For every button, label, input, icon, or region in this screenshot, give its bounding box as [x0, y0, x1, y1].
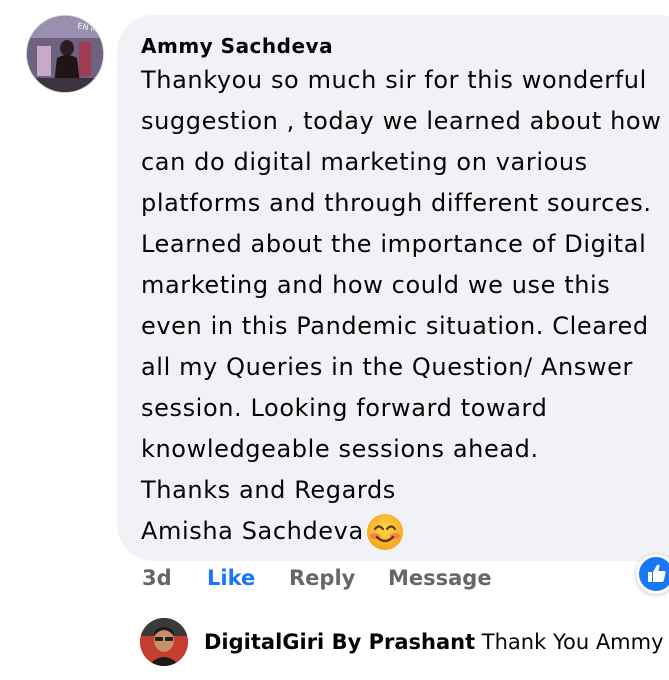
comment-text-line: Thankyou so much sir for this wonderful [141, 66, 647, 94]
commenter-avatar[interactable]: EN MIT [26, 15, 104, 93]
reply-text: Thank You Ammy S·· [481, 630, 669, 654]
comment-text-line: session. Looking forward toward [141, 394, 548, 422]
comment-timestamp[interactable]: 3d [142, 566, 172, 590]
like-reaction-icon[interactable] [636, 554, 669, 594]
comment-author-name[interactable]: Ammy Sachdeva [141, 34, 333, 58]
message-button[interactable]: Message [388, 566, 492, 590]
comment-text-line: marketing and how could we use this [141, 271, 611, 299]
like-button[interactable]: Like [207, 566, 255, 590]
comment-text-line: knowledgeable sessions ahead. [141, 435, 539, 463]
comment-text-line: can do digital marketing on various [141, 148, 588, 176]
comment-text-line: Learned about the importance of Digital [141, 230, 647, 258]
comment-text-line: suggestion , today we learned about how [141, 107, 662, 135]
reply-button[interactable]: Reply [289, 566, 355, 590]
comment-text-line: platforms and through different sources. [141, 189, 652, 217]
comment-text-line: Thanks and Regards [141, 476, 396, 504]
comment-text-line: even in this Pandemic situation. Cleared [141, 312, 649, 340]
reply-author-avatar[interactable] [140, 618, 188, 666]
smiling-face-emoji-icon [366, 513, 404, 551]
comment-text-line: all my Queries in the Question/ Answer [141, 353, 633, 381]
reply-author-name[interactable]: DigitalGiri By Prashant [204, 630, 475, 654]
reply-preview[interactable]: DigitalGiri By Prashant Thank You Ammy S… [204, 630, 669, 654]
comment-text-line: Amisha Sachdeva [141, 517, 364, 545]
